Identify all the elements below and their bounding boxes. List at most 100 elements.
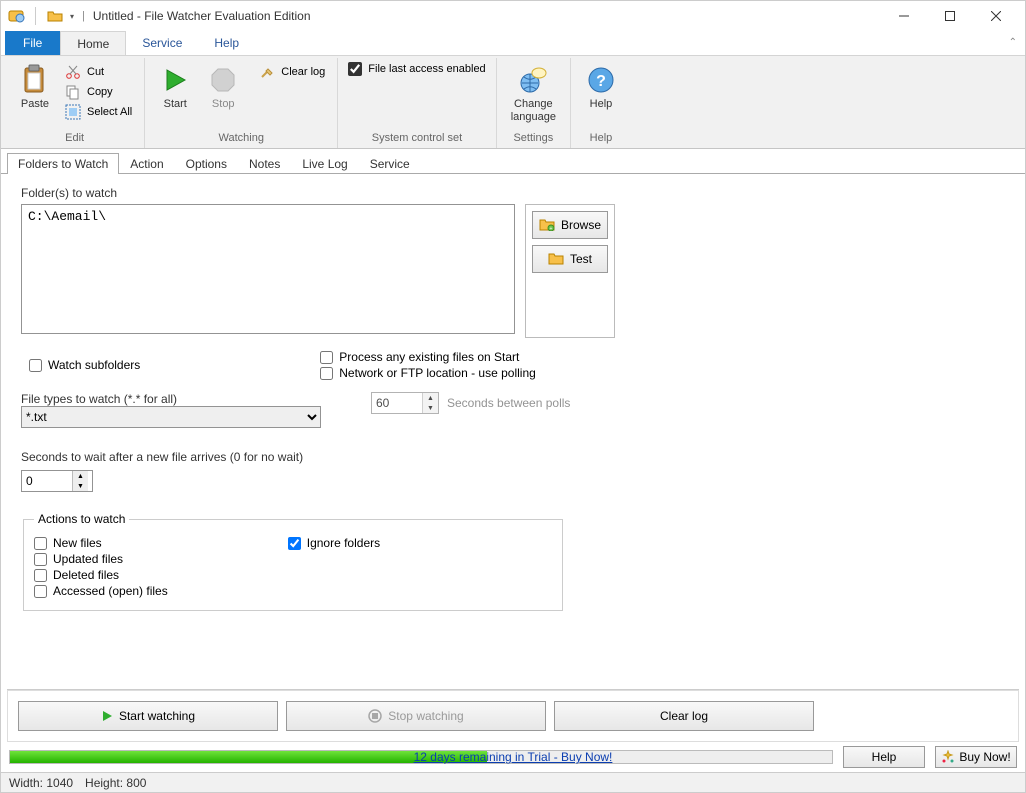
process-existing-input[interactable] bbox=[320, 351, 333, 364]
updated-files-checkbox[interactable]: Updated files bbox=[34, 552, 168, 566]
copy-label: Copy bbox=[87, 86, 113, 98]
actions-fieldset: Actions to watch New files Updated files… bbox=[23, 512, 563, 611]
watch-subfolders-checkbox[interactable]: Watch subfolders bbox=[29, 350, 140, 380]
ribbon-group-edit: Edit bbox=[11, 130, 138, 148]
svg-text:+: + bbox=[550, 226, 553, 231]
paste-button[interactable]: Paste bbox=[11, 62, 59, 113]
copy-icon bbox=[65, 84, 81, 100]
tab-folders-to-watch[interactable]: Folders to Watch bbox=[7, 153, 119, 174]
folders-input[interactable]: C:\Aemail\ bbox=[21, 204, 515, 334]
folder-icon: + bbox=[539, 217, 555, 234]
wait-label: Seconds to wait after a new file arrives… bbox=[21, 450, 1005, 464]
ribbon-group-settings: Settings bbox=[503, 130, 564, 148]
change-language-button[interactable]: Change language bbox=[503, 62, 564, 125]
spin-up-icon[interactable]: ▲ bbox=[423, 393, 438, 403]
clear-log-bottom-button[interactable]: Clear log bbox=[554, 701, 814, 731]
tab-service[interactable]: Service bbox=[359, 153, 421, 174]
cut-label: Cut bbox=[87, 66, 104, 78]
ribbon-tab-home[interactable]: Home bbox=[60, 31, 126, 55]
status-width: Width: 1040 bbox=[9, 776, 73, 790]
wait-input[interactable] bbox=[22, 471, 72, 491]
spin-down-icon[interactable]: ▼ bbox=[423, 403, 438, 413]
open-icon[interactable] bbox=[46, 7, 64, 25]
network-polling-label: Network or FTP location - use polling bbox=[339, 366, 536, 380]
network-polling-checkbox[interactable]: Network or FTP location - use polling bbox=[320, 366, 536, 380]
stop-watching-button[interactable]: Stop watching bbox=[286, 701, 546, 731]
file-types-combo[interactable]: *.txt bbox=[21, 406, 321, 428]
spin-up-icon[interactable]: ▲ bbox=[73, 471, 88, 481]
ribbon: Paste Cut Copy bbox=[1, 55, 1025, 149]
stop-button[interactable]: Stop bbox=[199, 62, 247, 113]
paste-icon bbox=[19, 64, 51, 96]
help-bottom-button[interactable]: Help bbox=[843, 746, 925, 768]
accessed-files-checkbox[interactable]: Accessed (open) files bbox=[34, 584, 168, 598]
browse-button[interactable]: + Browse bbox=[532, 211, 608, 239]
copy-button[interactable]: Copy bbox=[59, 82, 138, 102]
start-button[interactable]: Start bbox=[151, 62, 199, 113]
new-files-checkbox[interactable]: New files bbox=[34, 536, 168, 550]
watch-subfolders-input[interactable] bbox=[29, 359, 42, 372]
spin-down-icon[interactable]: ▼ bbox=[73, 481, 88, 491]
select-all-button[interactable]: Select All bbox=[59, 102, 138, 122]
ribbon-tab-strip: File Home Service Help ⌃ bbox=[1, 31, 1025, 55]
network-polling-input[interactable] bbox=[320, 367, 333, 380]
tab-live-log[interactable]: Live Log bbox=[291, 153, 358, 174]
ignore-folders-checkbox[interactable]: Ignore folders bbox=[288, 536, 380, 550]
help-icon: ? bbox=[585, 64, 617, 96]
stop-label: Stop bbox=[212, 98, 235, 111]
poll-seconds-label: Seconds between polls bbox=[447, 396, 570, 410]
select-all-icon bbox=[65, 104, 81, 120]
process-existing-label: Process any existing files on Start bbox=[339, 350, 519, 364]
test-button[interactable]: Test bbox=[532, 245, 608, 273]
collapse-ribbon-icon[interactable]: ⌃ bbox=[1009, 37, 1017, 48]
file-access-checkbox-input[interactable] bbox=[348, 62, 362, 76]
buy-now-button[interactable]: Buy Now! bbox=[935, 746, 1017, 768]
actions-legend: Actions to watch bbox=[34, 512, 129, 526]
help-label: Help bbox=[590, 98, 613, 111]
browse-label: Browse bbox=[561, 218, 601, 232]
ribbon-group-scs: System control set bbox=[344, 130, 489, 148]
ribbon-group-help: Help bbox=[577, 130, 625, 148]
close-button[interactable] bbox=[973, 1, 1019, 31]
cut-icon bbox=[65, 64, 81, 80]
tab-options[interactable]: Options bbox=[175, 153, 238, 174]
poll-seconds-input[interactable] bbox=[372, 393, 422, 413]
clear-log-button[interactable]: Clear log bbox=[253, 62, 331, 82]
start-icon bbox=[159, 64, 191, 96]
sparkle-icon bbox=[941, 750, 955, 764]
watch-subfolders-label: Watch subfolders bbox=[48, 358, 140, 372]
qat-dropdown-icon[interactable]: ▾ bbox=[68, 12, 76, 21]
broom-icon bbox=[259, 64, 275, 80]
start-watching-button[interactable]: Start watching bbox=[18, 701, 278, 731]
stop-icon bbox=[368, 709, 382, 723]
trial-bar: 12 days remaining in Trial - Buy Now! He… bbox=[1, 742, 1025, 772]
deleted-files-checkbox[interactable]: Deleted files bbox=[34, 568, 168, 582]
cut-button[interactable]: Cut bbox=[59, 62, 138, 82]
folders-label: Folder(s) to watch bbox=[21, 186, 1005, 200]
tab-notes[interactable]: Notes bbox=[238, 153, 291, 174]
clear-log-label: Clear log bbox=[281, 66, 325, 78]
minimize-button[interactable] bbox=[881, 1, 927, 31]
ribbon-tab-file[interactable]: File bbox=[5, 31, 60, 55]
bottom-button-bar: Start watching Stop watching Clear log bbox=[7, 690, 1019, 742]
start-label: Start bbox=[164, 98, 187, 111]
trial-link[interactable]: 12 days remaining in Trial - Buy Now! bbox=[414, 750, 613, 764]
poll-seconds-spinner[interactable]: ▲▼ bbox=[371, 392, 439, 414]
file-access-checkbox[interactable]: File last access enabled bbox=[344, 60, 489, 78]
file-types-label: File types to watch (*.* for all) bbox=[21, 392, 321, 406]
process-existing-checkbox[interactable]: Process any existing files on Start bbox=[320, 350, 536, 364]
wait-spinner[interactable]: ▲▼ bbox=[21, 470, 93, 492]
statusbar: Width: 1040 Height: 800 bbox=[1, 772, 1025, 792]
play-icon bbox=[101, 710, 113, 722]
maximize-button[interactable] bbox=[927, 1, 973, 31]
paste-label: Paste bbox=[21, 98, 49, 111]
folder-test-icon bbox=[548, 251, 564, 268]
content-panel: Folder(s) to watch C:\Aemail\ + Browse T… bbox=[1, 174, 1025, 689]
tab-action[interactable]: Action bbox=[119, 153, 174, 174]
titlebar: ▾ | Untitled - File Watcher Evaluation E… bbox=[1, 1, 1025, 31]
file-access-label: File last access enabled bbox=[368, 63, 485, 75]
change-language-label: Change language bbox=[511, 98, 556, 123]
ribbon-tab-help[interactable]: Help bbox=[198, 31, 255, 55]
help-button[interactable]: ? Help bbox=[577, 62, 625, 113]
ribbon-tab-service[interactable]: Service bbox=[126, 31, 198, 55]
